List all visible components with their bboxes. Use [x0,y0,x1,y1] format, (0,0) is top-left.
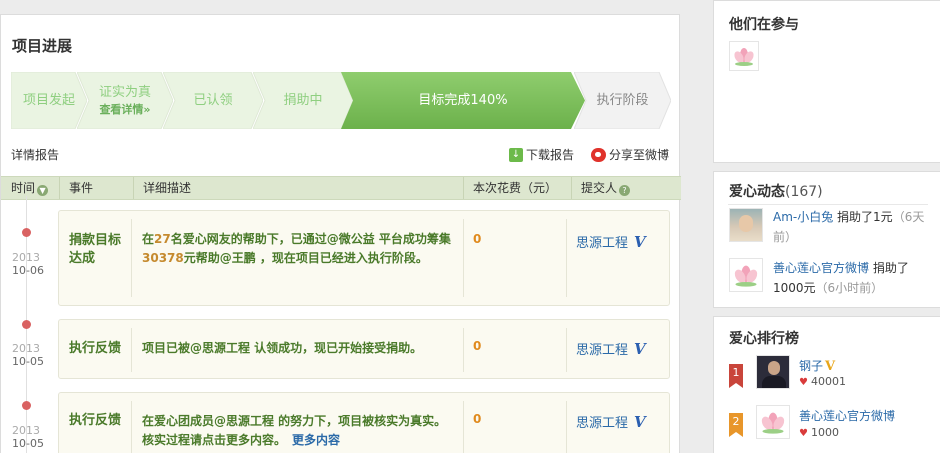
heart-icon: ♥ [799,428,808,439]
event-description: 项目已被@思源工程 认领成功，现已开始接受捐助。 [142,341,423,355]
submitter-header: 提交人? [571,177,631,199]
table-header: 时间 ▼ 事件 详细描述 本次花费（元） 提交人? [1,176,681,200]
ranking-avatar[interactable] [756,405,790,439]
ranking-user-link[interactable]: 善心莲心官方微博 [799,407,895,424]
report-row: 详情报告 ↓ 下载报告 分享至微博 [11,146,671,166]
lotus-avatar-icon [729,258,763,292]
share-weibo-button[interactable]: 分享至微博 [591,146,669,163]
feed-avatar[interactable] [729,208,763,242]
event-description: 在27名爱心网友的帮助下，已通过@微公益 平台成功筹集30378元帮助@王鹏 ，… [142,232,451,265]
participants-title: 他们在参与 [729,17,799,33]
event-type: 捐款目标达成 [69,233,122,266]
submitter-link[interactable]: 思源工程 V [576,339,646,359]
table-row: 执行反馈 在爱心团成员@思源工程 的努力下，项目被核实为真实。核实过程请点击更多… [58,392,670,453]
event-cost: 0 [473,232,482,246]
progress-steps: 项目发起 证实为真 查看详情» 已认领 捐助中 目标完成140% 执行阶段 [11,72,671,129]
step-execution: 执行阶段 [574,72,671,129]
step-label: 项目发起 [22,93,75,108]
weibo-icon [591,147,606,162]
timeline-dot [22,228,31,237]
feed-item: 善心莲心官方微博 捐助了1000元（6小时前） [773,261,909,295]
step-claimed: 已认领 [163,72,263,129]
lotus-avatar-icon [756,405,790,439]
love-ranking-panel: 爱心排行榜 1 钢子 V ♥ 40001 2 善心莲心官方微博 ♥ 1000 [713,316,940,453]
ranking-user-link[interactable]: 钢子 V [799,357,835,374]
detail-report-label: 详情报告 [11,148,60,162]
download-icon: ↓ [509,147,523,162]
event-cost: 0 [473,339,482,353]
feed-avatar[interactable] [729,258,763,292]
ranking-score: ♥ 40001 [799,375,846,388]
help-icon[interactable]: ? [619,185,631,196]
submitter-link[interactable]: 思源工程 V [576,232,646,252]
event-type: 执行反馈 [69,341,122,356]
lotus-avatar-icon [729,41,759,71]
row-date: 2013 10-06 [12,251,44,277]
timeline-dot [22,320,31,329]
step-donating: 捐助中 [253,72,353,129]
verified-icon: V [634,339,646,358]
ranking-avatar[interactable] [756,355,790,389]
step-goal-complete: 目标完成140% [341,72,585,129]
feed-item: Am-小白兔 捐助了1元（6天前） [773,210,925,244]
ranking-score: ♥ 1000 [799,426,839,439]
table-row: 捐款目标达成 在27名爱心网友的帮助下，已通过@微公益 平台成功筹集30378元… [58,210,670,306]
rank-badge: 2 [729,413,743,437]
participants-panel: 他们在参与 [713,0,940,163]
cost-header: 本次花费（元） [463,177,557,199]
row-date: 2013 10-05 [12,424,44,450]
step-label: 捐助中 [283,93,323,108]
participant-avatar[interactable] [729,41,759,71]
download-report-label: 下载报告 [526,148,575,162]
step-label: 执行阶段 [596,93,649,108]
step-label: 证实为真 [98,84,151,100]
ranking-title: 爱心排行榜 [729,331,799,347]
share-weibo-label: 分享至微博 [609,148,670,162]
chevron-down-icon: ▼ [37,185,49,196]
step-verified[interactable]: 证实为真 查看详情» [77,72,173,129]
submitter-link[interactable]: 思源工程 V [576,412,646,432]
table-row: 执行反馈 项目已被@思源工程 认领成功，现已开始接受捐助。 0 思源工程 V [58,319,670,379]
more-content-link[interactable]: 更多内容 [292,433,340,447]
heart-icon: ♥ [799,377,808,388]
verified-icon: V [825,359,836,374]
step-label: 已认领 [193,93,233,108]
event-cost: 0 [473,412,482,426]
feed-user-link[interactable]: Am-小白兔 [773,210,833,224]
event-type: 执行反馈 [69,413,122,428]
step-label: 目标完成140% [418,93,508,108]
timeline-dot [22,401,31,410]
user-avatar [756,355,790,389]
user-avatar [729,208,763,242]
event-header: 事件 [59,177,93,199]
desc-header: 详细描述 [133,177,191,199]
section-title: 项目进展 [12,37,73,55]
step-initiated: 项目发起 [11,72,87,129]
event-description: 在爱心团成员@思源工程 的努力下，项目被核实为真实。核实过程请点击更多内容。 更多… [142,414,447,447]
row-date: 2013 10-05 [12,342,44,368]
rank-badge: 1 [729,364,743,388]
feed-title: 爱心动态(167) [729,184,823,200]
verified-icon: V [634,412,646,431]
feed-user-link[interactable]: 善心莲心官方微博 [773,261,869,275]
love-feed-panel: 爱心动态(167) Am-小白兔 捐助了1元（6天前） 善心莲心官方微博 捐助了… [713,171,940,308]
verified-icon: V [634,232,646,251]
download-report-button[interactable]: ↓ 下载报告 [509,146,574,163]
view-details-link[interactable]: 查看详情» [99,101,151,118]
time-header[interactable]: 时间 ▼ [11,177,49,199]
